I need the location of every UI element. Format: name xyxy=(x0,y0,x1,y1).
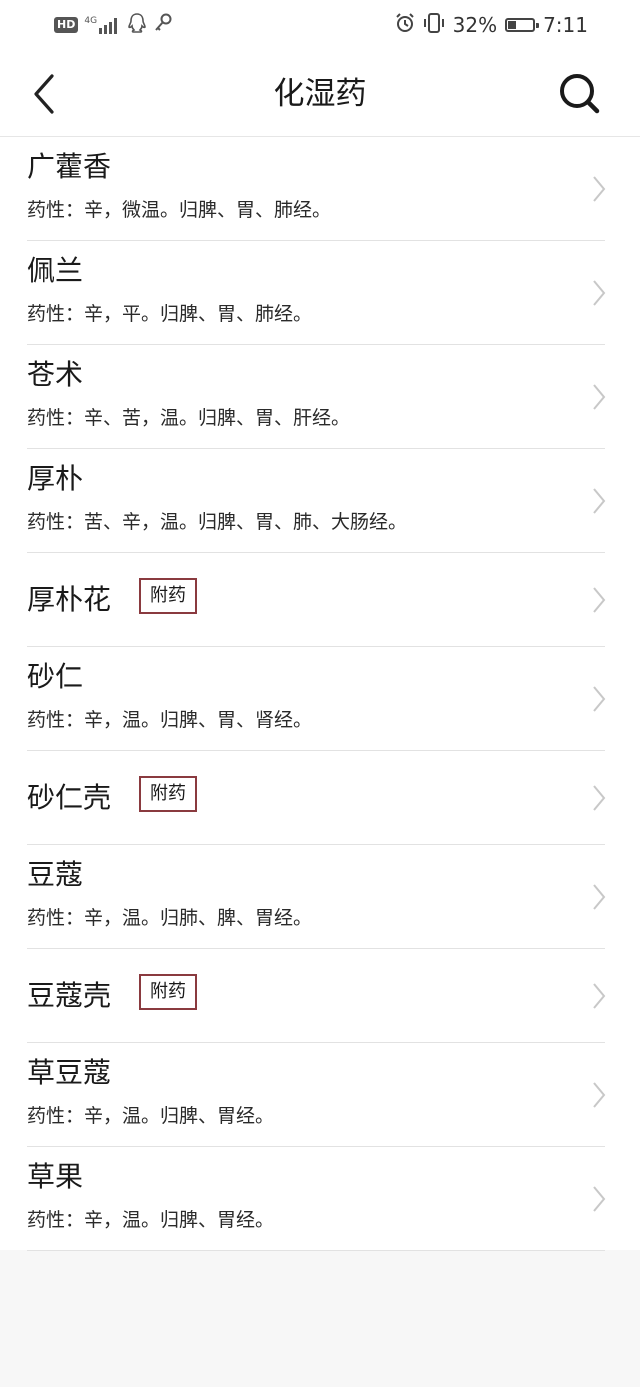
herb-name: 苍术 xyxy=(27,358,84,391)
chevron-right-icon xyxy=(593,1082,606,1108)
herb-name: 草豆蔻 xyxy=(27,1056,112,1089)
battery-icon xyxy=(505,18,540,32)
status-left: HD 4G xyxy=(54,12,173,38)
alarm-icon xyxy=(395,13,415,37)
chevron-right-icon xyxy=(593,785,606,811)
herb-property: 药性：苦、辛，温。归脾、胃、肺、大肠经。 xyxy=(27,511,408,533)
key-icon xyxy=(153,12,173,38)
chevron-right-icon xyxy=(593,280,606,306)
network-type: 4G xyxy=(84,16,98,26)
chevron-right-icon xyxy=(593,587,606,613)
list-item[interactable]: 草果药性：辛，温。归脾、胃经。 xyxy=(27,1147,606,1251)
appendix-badge: 附药 xyxy=(139,578,197,614)
herb-property: 药性：辛，温。归脾、胃、肾经。 xyxy=(27,709,313,731)
list-item[interactable]: 砂仁壳 附药 xyxy=(27,751,606,845)
status-right: 32% 7:11 xyxy=(395,10,588,40)
herb-list: 广藿香 药性：辛，微温。归脾、胃、肺经。 佩兰 药性：辛，平。归脾、胃、肺经。 苍术 药性… xyxy=(0,137,640,1251)
status-bar: HD 4G 32% 7:11 xyxy=(0,0,640,52)
herb-property: 药性：辛，温。归肺、脾、胃经。 xyxy=(27,907,313,929)
herb-property: 药性：辛，温。归脾、胃经。 xyxy=(27,1209,275,1231)
herb-name: 厚朴花 xyxy=(27,583,112,616)
chevron-right-icon xyxy=(593,384,606,410)
chevron-right-icon xyxy=(593,176,606,202)
list-item[interactable]: 广藿香药性：辛，微温。归脾、胃、肺经。 xyxy=(27,137,606,241)
herb-name: 砂仁壳 xyxy=(27,781,112,814)
herb-name: 佩兰 xyxy=(27,254,84,287)
battery-level xyxy=(508,21,516,29)
chevron-right-icon xyxy=(593,1186,606,1212)
page-title: 化湿药 xyxy=(273,76,367,112)
list-item[interactable]: 苍术药性：辛、苦，温。归脾、胃、肝经。 xyxy=(27,345,606,449)
list-item[interactable]: 砂仁药性：辛，温。归脾、胃、肾经。 xyxy=(27,647,606,751)
chevron-right-icon xyxy=(593,686,606,712)
list-item[interactable]: 豆蔻壳 附药 xyxy=(27,949,606,1043)
list-item[interactable]: 佩兰药性：辛，平。归脾、胃、肺经。 xyxy=(27,241,606,345)
hd-badge: HD xyxy=(54,17,79,33)
herb-name: 厚朴 xyxy=(27,462,84,495)
signal-icon: 4G xyxy=(84,16,121,34)
herb-property: 药性：辛，平。归脾、胃、肺经。 xyxy=(27,303,313,325)
list-item[interactable]: 豆蔻药性：辛，温。归肺、脾、胃经。 xyxy=(27,845,606,949)
herb-name: 豆蔻壳 xyxy=(27,979,112,1012)
herb-name: 豆蔻 xyxy=(27,858,84,891)
herb-name: 砂仁 xyxy=(27,660,84,693)
search-button[interactable] xyxy=(556,70,604,118)
list-item[interactable]: 厚朴花 附药 xyxy=(27,553,606,647)
list-item[interactable]: 厚朴药性：苦、辛，温。归脾、胃、肺、大肠经。 xyxy=(27,449,606,553)
chevron-right-icon xyxy=(593,488,606,514)
app-header: 化湿药 xyxy=(0,52,640,137)
herb-name: 广藿香 xyxy=(27,150,112,183)
search-icon xyxy=(560,74,600,114)
chevron-right-icon xyxy=(593,884,606,910)
chevron-right-icon xyxy=(593,983,606,1009)
herb-property: 药性：辛，温。归脾、胃经。 xyxy=(27,1105,275,1127)
herb-property: 药性：辛，微温。归脾、胃、肺经。 xyxy=(27,199,332,221)
appendix-badge: 附药 xyxy=(139,974,197,1010)
vibrate-icon xyxy=(423,12,445,38)
herb-property: 药性：辛、苦，温。归脾、胃、肝经。 xyxy=(27,407,351,429)
qq-icon xyxy=(127,12,147,38)
battery-percent: 32% xyxy=(452,13,498,37)
appendix-badge: 附药 xyxy=(139,776,197,812)
clock: 7:11 xyxy=(543,13,588,37)
herb-name: 草果 xyxy=(27,1160,84,1193)
list-item[interactable]: 草豆蔻药性：辛，温。归脾、胃经。 xyxy=(27,1043,606,1147)
